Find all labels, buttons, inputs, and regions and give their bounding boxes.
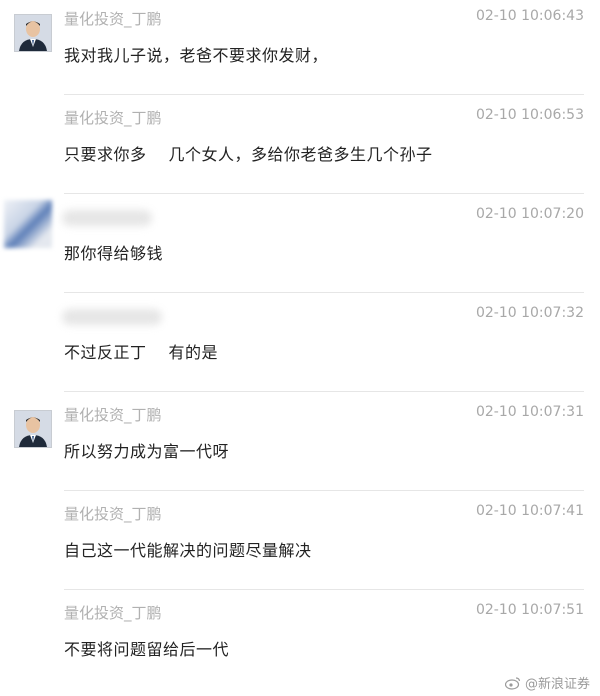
watermark-text: @新浪证券 — [524, 677, 590, 692]
message-text-part: 只要求你多 — [64, 145, 147, 164]
sender-name: 量化投资_丁鹏 — [64, 406, 162, 424]
chat-message: 02-10 10:07:32 不过反正丁 有的是 — [0, 297, 600, 396]
message-time: 02-10 10:07:41 — [475, 503, 584, 519]
sender-name-blurred — [62, 309, 162, 325]
sender-name-blurred — [62, 210, 152, 226]
chat-message: 02-10 10:07:20 那你得给够钱 — [0, 198, 600, 297]
divider — [64, 391, 584, 392]
avatar[interactable] — [14, 410, 52, 448]
message-text: 我对我儿子说，老爸不要求你发财， — [64, 46, 329, 65]
message-text-part: 有的是 — [168, 343, 219, 362]
watermark: @新浪证券 — [504, 673, 590, 692]
sender-name: 量化投资_丁鹏 — [64, 604, 162, 622]
message-time: 02-10 10:07:32 — [475, 305, 584, 321]
message-text: 只要求你多 几个女人，多给你老爸多生几个孙子 — [64, 141, 433, 165]
message-time: 02-10 10:06:43 — [475, 8, 584, 24]
chat-message: 量化投资_丁鹏 02-10 10:07:41 自己这一代能解决的问题尽量解决 — [0, 495, 600, 594]
sender-name: 量化投资_丁鹏 — [64, 505, 162, 523]
divider — [64, 193, 584, 194]
sender-name: 量化投资_丁鹏 — [64, 10, 162, 28]
message-text: 不过反正丁 有的是 — [64, 339, 218, 363]
divider — [64, 589, 584, 590]
message-time: 02-10 10:07:51 — [475, 602, 584, 618]
avatar[interactable] — [4, 200, 52, 248]
divider — [64, 292, 584, 293]
message-text: 那你得给够钱 — [64, 244, 164, 263]
person-photo-icon — [15, 15, 51, 51]
divider — [64, 94, 584, 95]
avatar[interactable] — [14, 14, 52, 52]
chat-message: 量化投资_丁鹏 02-10 10:06:43 我对我儿子说，老爸不要求你发财， — [0, 0, 600, 99]
message-time: 02-10 10:07:31 — [475, 404, 584, 420]
message-text: 自己这一代能解决的问题尽量解决 — [64, 541, 312, 560]
person-photo-icon — [15, 411, 51, 447]
message-time: 02-10 10:06:53 — [475, 107, 584, 123]
chat-log: 量化投资_丁鹏 02-10 10:06:43 我对我儿子说，老爸不要求你发财， … — [0, 0, 600, 696]
sender-name: 量化投资_丁鹏 — [64, 109, 162, 127]
divider — [64, 490, 584, 491]
message-time: 02-10 10:07:20 — [475, 206, 584, 222]
message-text-part: 不过反正丁 — [64, 343, 147, 362]
message-text: 所以努力成为富一代呀 — [64, 442, 230, 461]
message-text-part: 几个女人，多给你老爸多生几个孙子 — [168, 145, 433, 164]
chat-message: 量化投资_丁鹏 02-10 10:06:53 只要求你多 几个女人，多给你老爸多生… — [0, 99, 600, 198]
message-text: 不要将问题留给后一代 — [64, 640, 230, 659]
weibo-icon — [504, 676, 521, 690]
chat-message: 量化投资_丁鹏 02-10 10:07:31 所以努力成为富一代呀 — [0, 396, 600, 495]
